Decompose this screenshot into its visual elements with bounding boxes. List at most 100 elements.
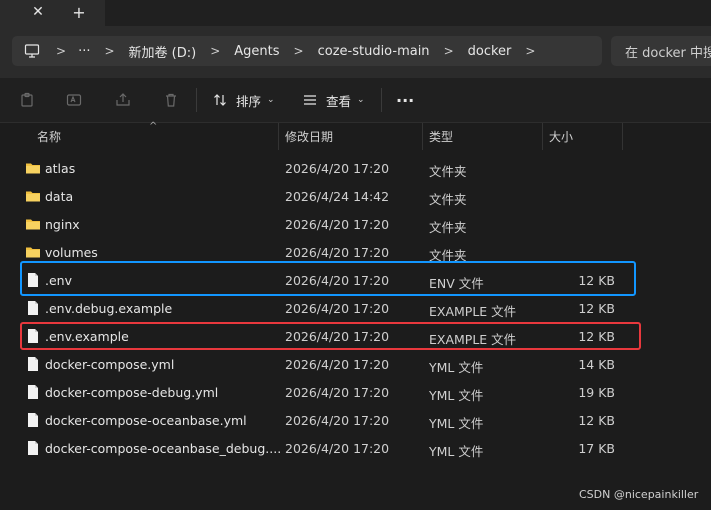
column-divider[interactable] <box>422 123 423 150</box>
file-name: .env <box>45 273 72 288</box>
file-type: 文件夹 <box>429 248 467 263</box>
folder-icon <box>26 247 40 258</box>
file-type: ENV 文件 <box>429 276 484 291</box>
chevron-right-icon[interactable]: > <box>525 44 535 58</box>
column-type[interactable]: 类型 <box>429 128 453 145</box>
list-item[interactable]: docker-compose-oceanbase.yml 2026/4/20 1… <box>0 406 711 434</box>
list-item[interactable]: nginx 2026/4/20 17:20 文件夹 <box>0 210 711 238</box>
sort-button[interactable]: 排序 ⌄ <box>212 88 275 112</box>
file-name: data <box>45 189 74 204</box>
column-size[interactable]: 大小 <box>549 128 573 145</box>
delete-icon[interactable] <box>161 90 181 110</box>
file-type: 文件夹 <box>429 220 467 235</box>
file-modified: 2026/4/24 14:42 <box>285 189 390 204</box>
breadcrumb-drive[interactable]: 新加卷 (D:) <box>129 42 197 61</box>
file-name: nginx <box>45 217 80 232</box>
sort-icon <box>214 94 226 106</box>
column-header: ^ 名称 修改日期 类型 大小 <box>0 121 711 150</box>
file-icon <box>28 329 38 343</box>
more-options-button[interactable]: ··· <box>396 88 414 112</box>
toolbar-divider <box>381 88 382 112</box>
file-modified: 2026/4/20 17:20 <box>285 441 390 456</box>
breadcrumb-agents[interactable]: Agents <box>234 44 279 59</box>
file-name: docker-compose-oceanbase_debug.... <box>45 441 282 456</box>
file-icon <box>28 273 38 287</box>
breadcrumb-coze-studio-main[interactable]: coze-studio-main <box>318 44 430 59</box>
chevron-right-icon[interactable]: > <box>210 44 220 58</box>
folder-icon <box>26 163 40 174</box>
list-item[interactable]: volumes 2026/4/20 17:20 文件夹 <box>0 238 711 266</box>
file-name: .env.debug.example <box>45 301 173 316</box>
file-size: 17 KB <box>578 441 615 456</box>
file-icon <box>28 413 38 427</box>
file-name: .env.example <box>45 329 129 344</box>
file-icon <box>28 301 38 315</box>
file-name: docker-compose-debug.yml <box>45 385 219 400</box>
chevron-down-icon: ⌄ <box>357 95 365 105</box>
file-type: YML 文件 <box>429 416 484 431</box>
list-item[interactable]: .env.debug.example 2026/4/20 17:20 EXAMP… <box>0 294 711 322</box>
file-size: 12 KB <box>578 301 615 316</box>
rename-icon[interactable] <box>64 90 84 110</box>
list-item[interactable]: atlas 2026/4/20 17:20 文件夹 <box>0 154 711 182</box>
file-size: 19 KB <box>578 385 615 400</box>
file-size: 12 KB <box>578 329 615 344</box>
breadcrumb-more[interactable]: ··· <box>78 44 90 59</box>
watermark: CSDN @nicepainkiller <box>579 488 699 501</box>
file-type: YML 文件 <box>429 360 484 375</box>
address-bar[interactable]: > ··· > 新加卷 (D:) > Agents > coze-studio-… <box>12 36 602 66</box>
view-button[interactable]: 查看 ⌄ <box>302 88 365 112</box>
folder-icon <box>26 219 40 230</box>
chevron-right-icon[interactable]: > <box>294 44 304 58</box>
file-type: EXAMPLE 文件 <box>429 304 517 319</box>
file-modified: 2026/4/20 17:20 <box>285 385 390 400</box>
close-icon: ✕ <box>32 4 44 20</box>
file-size: 12 KB <box>578 273 615 288</box>
list-item[interactable]: docker-compose-debug.yml 2026/4/20 17:20… <box>0 378 711 406</box>
file-type: YML 文件 <box>429 388 484 403</box>
address-row: > ··· > 新加卷 (D:) > Agents > coze-studio-… <box>0 26 711 78</box>
list-item[interactable]: .env 2026/4/20 17:20 ENV 文件 12 KB <box>0 266 711 294</box>
file-modified: 2026/4/20 17:20 <box>285 273 390 288</box>
column-name[interactable]: 名称 <box>37 128 61 145</box>
chevron-right-icon[interactable]: > <box>104 44 114 58</box>
paste-icon[interactable] <box>17 90 37 110</box>
list-item[interactable]: docker-compose.yml 2026/4/20 17:20 YML 文… <box>0 350 711 378</box>
chevron-right-icon[interactable]: > <box>444 44 454 58</box>
file-name: volumes <box>45 245 98 260</box>
file-type: YML 文件 <box>429 444 484 459</box>
close-tab-button[interactable]: ✕ <box>27 1 49 23</box>
file-modified: 2026/4/20 17:20 <box>285 329 390 344</box>
file-type: EXAMPLE 文件 <box>429 332 517 347</box>
list-item[interactable]: data 2026/4/24 14:42 文件夹 <box>0 182 711 210</box>
list-item[interactable]: .env.example 2026/4/20 17:20 EXAMPLE 文件 … <box>0 322 711 350</box>
column-divider[interactable] <box>622 123 623 150</box>
list-item[interactable]: docker-compose-oceanbase_debug.... 2026/… <box>0 434 711 462</box>
folder-icon <box>26 191 40 202</box>
column-divider[interactable] <box>278 123 279 150</box>
file-type: 文件夹 <box>429 164 467 179</box>
computer-icon[interactable] <box>24 43 40 59</box>
breadcrumb-docker[interactable]: docker <box>468 44 512 59</box>
chevron-down-icon: ⌄ <box>267 95 275 105</box>
share-icon[interactable] <box>113 90 133 110</box>
file-modified: 2026/4/20 17:20 <box>285 413 390 428</box>
column-modified[interactable]: 修改日期 <box>285 128 333 145</box>
chevron-right-icon[interactable]: > <box>56 44 66 58</box>
file-name: atlas <box>45 161 76 176</box>
search-input[interactable]: 在 docker 中搜索 <box>611 36 711 66</box>
file-type: 文件夹 <box>429 192 467 207</box>
file-modified: 2026/4/20 17:20 <box>285 217 390 232</box>
file-icon <box>28 385 38 399</box>
view-icon <box>304 95 316 105</box>
tab-bar: ✕ + <box>0 0 711 26</box>
sort-label: 排序 <box>236 93 262 109</box>
column-divider[interactable] <box>542 123 543 150</box>
file-icon <box>28 441 38 455</box>
new-tab-button[interactable]: + <box>68 1 90 23</box>
file-modified: 2026/4/20 17:20 <box>285 301 390 316</box>
sort-ascending-icon: ^ <box>149 121 158 132</box>
view-label: 查看 <box>326 93 352 109</box>
file-icon <box>28 357 38 371</box>
file-modified: 2026/4/20 17:20 <box>285 161 390 176</box>
